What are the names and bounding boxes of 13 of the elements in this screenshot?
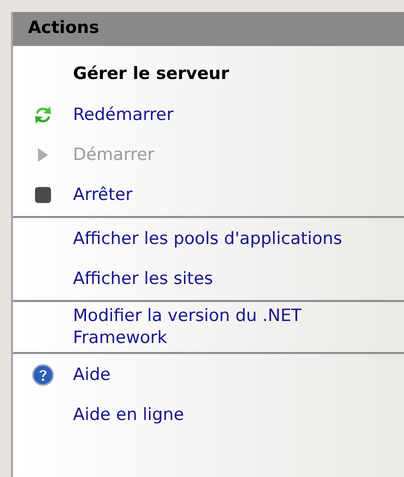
action-link[interactable]: Aide en ligne — [73, 404, 184, 426]
stop-icon — [34, 186, 52, 204]
help-icon — [32, 364, 54, 386]
action-link[interactable]: Aide — [73, 364, 111, 386]
action-link[interactable]: Modifier la version du .NET Framework — [73, 305, 373, 349]
section-heading: Gérer le serveur — [73, 63, 230, 86]
action-link[interactable]: Afficher les pools d'applications — [73, 228, 342, 250]
panel-title: Actions — [28, 17, 100, 40]
refresh-icon — [33, 104, 53, 126]
action-link[interactable]: Afficher les sites — [73, 268, 214, 290]
play-icon — [37, 147, 49, 163]
action-link[interactable]: Redémarrer — [73, 104, 174, 126]
action-link[interactable]: Arrêter — [73, 184, 133, 206]
